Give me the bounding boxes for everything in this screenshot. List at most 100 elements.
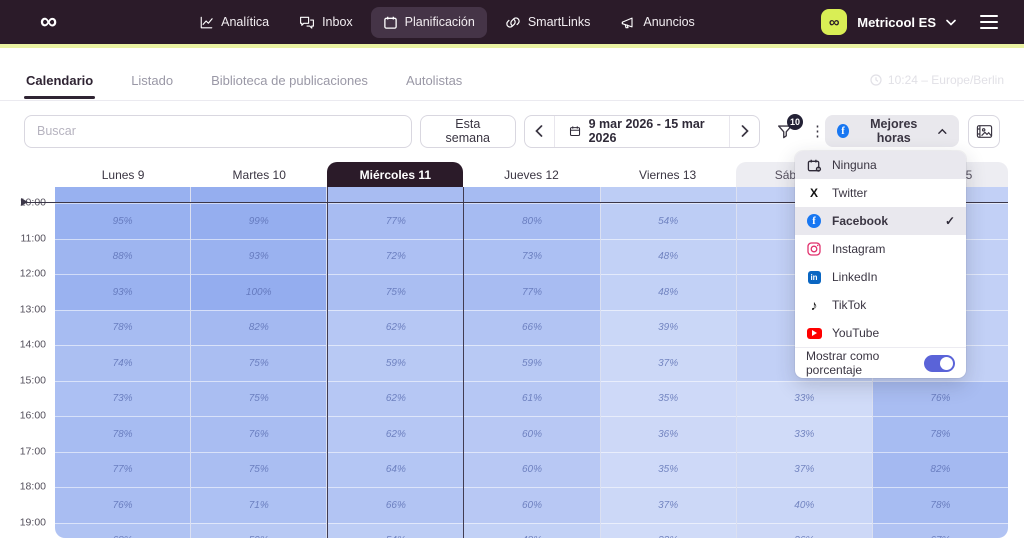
heatmap-cell[interactable]: 36% xyxy=(601,416,736,452)
nav-item-analitica[interactable]: Analítica xyxy=(187,7,281,38)
heatmap-cell[interactable]: 40% xyxy=(737,487,872,523)
dropdown-item-ninguna[interactable]: Ninguna xyxy=(795,151,966,179)
tab-calendario[interactable]: Calendario xyxy=(24,63,95,98)
dropdown-item-tiktok[interactable]: ♪TikTok xyxy=(795,291,966,319)
heatmap-cell[interactable]: 73% xyxy=(55,381,190,417)
heatmap-cell[interactable]: 37% xyxy=(737,452,872,488)
date-range-button[interactable]: 9 mar 2026 - 15 mar 2026 xyxy=(554,116,731,147)
heatmap-cell[interactable]: 48% xyxy=(464,523,599,539)
heatmap-cell[interactable]: 67% xyxy=(873,523,1008,539)
heatmap-cell[interactable]: 48% xyxy=(601,274,736,310)
heatmap-cell[interactable]: 76% xyxy=(191,416,326,452)
heatmap-cell[interactable]: 88% xyxy=(55,239,190,275)
heatmap-cell[interactable]: 54% xyxy=(601,203,736,239)
heatmap-cell[interactable]: 62% xyxy=(328,310,463,346)
nav-item-inbox[interactable]: Inbox xyxy=(287,7,365,38)
more-options-button[interactable]: ⋮ xyxy=(810,124,825,139)
heatmap-cell[interactable]: 77% xyxy=(464,274,599,310)
heatmap-cell[interactable]: 62% xyxy=(328,416,463,452)
heatmap-cell[interactable]: 82% xyxy=(873,452,1008,488)
nav-item-smartlinks[interactable]: SmartLinks xyxy=(493,7,603,38)
heatmap-cell[interactable]: 76% xyxy=(873,381,1008,417)
heatmap-cell[interactable]: 75% xyxy=(191,381,326,417)
nav-item-planificacion[interactable]: Planificación xyxy=(371,7,487,38)
heatmap-cell[interactable]: 78% xyxy=(873,487,1008,523)
heatmap-cell[interactable]: 76% xyxy=(55,487,190,523)
search-input[interactable] xyxy=(24,115,412,148)
metricool-logo[interactable]: ∞ xyxy=(40,10,57,34)
heatmap-cell[interactable]: 33% xyxy=(737,416,872,452)
heatmap-cell[interactable]: 71% xyxy=(191,487,326,523)
nav-item-anuncios[interactable]: Anuncios xyxy=(608,7,706,38)
heatmap-cell[interactable]: 95% xyxy=(55,203,190,239)
tab-listado[interactable]: Listado xyxy=(129,63,175,98)
heatmap-cell[interactable]: 60% xyxy=(464,452,599,488)
heatmap-cell[interactable]: 99% xyxy=(191,203,326,239)
heatmap-cell[interactable]: 37% xyxy=(601,345,736,381)
heatmap-cell[interactable]: 59% xyxy=(191,523,326,539)
heatmap-cell[interactable]: 36% xyxy=(737,523,872,539)
heatmap-cell[interactable]: 39% xyxy=(601,310,736,346)
heatmap-cell[interactable]: 66% xyxy=(328,487,463,523)
heatmap-cell[interactable]: 60% xyxy=(464,416,599,452)
best-hours-button[interactable]: f Mejores horas xyxy=(825,115,959,147)
heatmap-cell[interactable]: 77% xyxy=(328,203,463,239)
day-header-martes-10[interactable]: Martes 10 xyxy=(191,162,327,187)
heatmap-cell[interactable]: 75% xyxy=(191,452,326,488)
day-header-jueves-12[interactable]: Jueves 12 xyxy=(463,162,599,187)
heatmap-cell[interactable]: 60% xyxy=(464,487,599,523)
menu-icon[interactable] xyxy=(980,15,998,29)
day-header-lunes-9[interactable]: Lunes 9 xyxy=(55,162,191,187)
heatmap-cell[interactable]: 33% xyxy=(601,523,736,539)
account-name[interactable]: Metricool ES xyxy=(857,15,936,30)
heatmap-cell[interactable]: 73% xyxy=(464,239,599,275)
heatmap-cell[interactable]: 59% xyxy=(328,345,463,381)
heatmap-cell[interactable]: 66% xyxy=(464,310,599,346)
heatmap-cell[interactable]: 75% xyxy=(328,274,463,310)
next-week-button[interactable] xyxy=(730,116,759,147)
heatmap-cell[interactable] xyxy=(464,187,599,203)
heatmap-cell[interactable]: 64% xyxy=(328,452,463,488)
heatmap-cell[interactable]: 48% xyxy=(601,239,736,275)
heatmap-cell[interactable]: 35% xyxy=(601,452,736,488)
this-week-button[interactable]: Esta semana xyxy=(420,115,516,148)
heatmap-cell[interactable]: 75% xyxy=(191,345,326,381)
prev-week-button[interactable] xyxy=(525,116,554,147)
heatmap-cell[interactable]: 61% xyxy=(464,381,599,417)
show-as-percentage-toggle[interactable] xyxy=(924,355,955,372)
heatmap-cell[interactable]: 80% xyxy=(464,203,599,239)
heatmap-cell[interactable]: 93% xyxy=(191,239,326,275)
dropdown-item-youtube[interactable]: YouTube xyxy=(795,319,966,347)
dropdown-item-facebook[interactable]: fFacebook✓ xyxy=(795,207,966,235)
heatmap-cell[interactable]: 54% xyxy=(328,523,463,539)
heatmap-cell[interactable]: 78% xyxy=(55,310,190,346)
heatmap-cell[interactable]: 59% xyxy=(464,345,599,381)
heatmap-cell[interactable]: 78% xyxy=(873,416,1008,452)
heatmap-cell[interactable]: 82% xyxy=(191,310,326,346)
heatmap-cell[interactable]: 74% xyxy=(55,345,190,381)
dropdown-item-linkedin[interactable]: inLinkedIn xyxy=(795,263,966,291)
heatmap-cell[interactable] xyxy=(191,187,326,203)
heatmap-cell[interactable] xyxy=(328,187,463,203)
dropdown-item-instagram[interactable]: Instagram xyxy=(795,235,966,263)
day-header-viernes-13[interactable]: Viernes 13 xyxy=(600,162,736,187)
tab-biblioteca-de-publicaciones[interactable]: Biblioteca de publicaciones xyxy=(209,63,370,98)
heatmap-cell[interactable] xyxy=(55,187,190,203)
day-header-miercoles-11[interactable]: Miércoles 11 xyxy=(327,162,463,187)
filter-button[interactable]: 10 xyxy=(776,122,794,140)
heatmap-cell[interactable]: 100% xyxy=(191,274,326,310)
heatmap-cell[interactable]: 35% xyxy=(601,381,736,417)
dropdown-item-twitter[interactable]: XTwitter xyxy=(795,179,966,207)
chevron-down-icon[interactable] xyxy=(946,19,956,26)
media-library-button[interactable] xyxy=(968,115,1000,148)
avatar[interactable]: ∞ xyxy=(821,9,847,35)
tab-autolistas[interactable]: Autolistas xyxy=(404,63,464,98)
heatmap-cell[interactable]: 68% xyxy=(55,523,190,539)
heatmap-cell[interactable]: 78% xyxy=(55,416,190,452)
heatmap-cell[interactable] xyxy=(601,187,736,203)
heatmap-cell[interactable]: 93% xyxy=(55,274,190,310)
heatmap-cell[interactable]: 37% xyxy=(601,487,736,523)
heatmap-cell[interactable]: 77% xyxy=(55,452,190,488)
heatmap-cell[interactable]: 72% xyxy=(328,239,463,275)
heatmap-cell[interactable]: 62% xyxy=(328,381,463,417)
